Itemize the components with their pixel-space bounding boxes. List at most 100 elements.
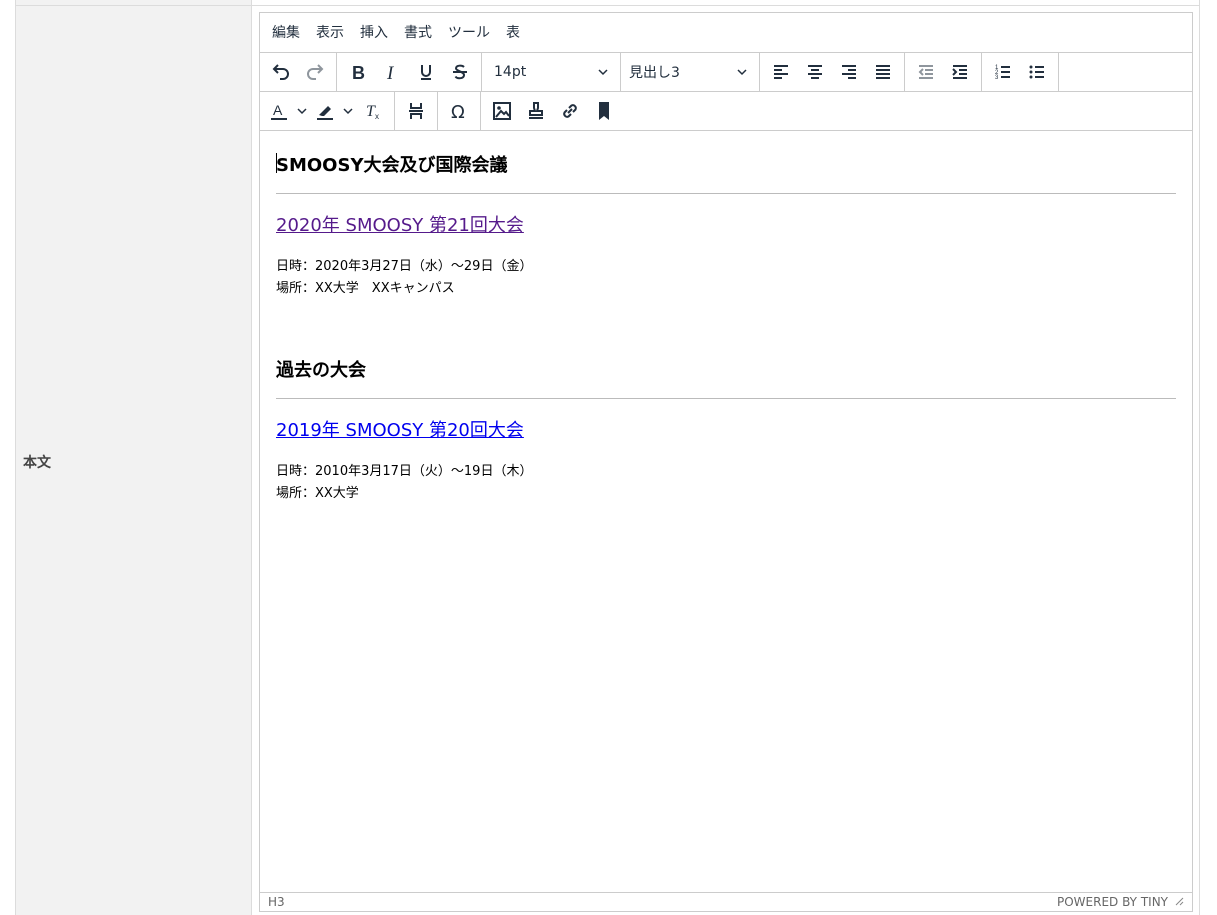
chevron-down-icon <box>737 68 747 75</box>
menu-edit[interactable]: 編集 <box>264 19 308 47</box>
toolbar-group-history <box>260 52 337 91</box>
bullet-list-icon <box>1029 65 1044 78</box>
undo-button[interactable] <box>264 58 298 86</box>
resize-handle-icon <box>1175 897 1184 906</box>
toolbar-group-lists: 123 <box>982 52 1059 91</box>
svg-text:A: A <box>273 102 283 118</box>
underline-button[interactable] <box>409 58 443 86</box>
svg-text:3: 3 <box>995 75 999 81</box>
toolbar-row-2: A Tx Ω <box>260 91 1192 131</box>
text-color-icon: A <box>271 102 287 120</box>
undo-icon <box>272 63 289 80</box>
highlight-color-split-button[interactable] <box>310 97 356 125</box>
resize-handle[interactable] <box>1174 895 1184 909</box>
svg-text:Ω: Ω <box>451 102 465 123</box>
bold-button[interactable]: B <box>341 58 375 86</box>
branding-link[interactable]: POWERED BY TINY <box>1057 895 1168 909</box>
element-path[interactable]: H3 <box>268 895 285 909</box>
bookmark-icon <box>599 101 609 120</box>
toolbar-group-indent <box>905 52 982 91</box>
horizontal-rule <box>276 193 1176 194</box>
highlight-color-dropdown[interactable] <box>340 97 356 125</box>
toolbar-group-charmap: Ω <box>438 91 481 130</box>
editor-statusbar: H3 POWERED BY TINY <box>260 892 1192 911</box>
text-color-dropdown[interactable] <box>294 97 310 125</box>
align-center-button[interactable] <box>798 58 832 86</box>
field-label-body: 本文 <box>23 455 51 471</box>
insert-stamp-button[interactable] <box>519 97 553 125</box>
event-place: 場所：XX大学 XXキャンパス <box>276 281 455 296</box>
form-label-cell: 本文 <box>15 0 252 915</box>
special-character-button[interactable]: Ω <box>442 97 476 125</box>
numbered-list-icon: 123 <box>995 65 1010 81</box>
indent-button[interactable] <box>943 58 977 86</box>
menu-view[interactable]: 表示 <box>308 19 352 47</box>
strikethrough-icon <box>453 64 467 79</box>
strikethrough-button[interactable] <box>443 58 477 86</box>
block-format-select[interactable]: 見出し3 <box>625 58 755 86</box>
bullet-list-button[interactable] <box>1020 58 1054 86</box>
outdent-button[interactable] <box>909 58 943 86</box>
page-break-icon <box>409 102 423 119</box>
numbered-list-button[interactable]: 123 <box>986 58 1020 86</box>
toolbar-group-formatting: B I <box>337 52 482 91</box>
link-icon <box>563 103 577 118</box>
text-color-split-button[interactable]: A <box>264 97 310 125</box>
menu-tools[interactable]: ツール <box>440 19 498 47</box>
statusbar-right: POWERED BY TINY <box>1057 895 1184 909</box>
indent-icon <box>952 64 967 79</box>
highlight-color-button[interactable] <box>310 97 340 125</box>
align-left-button[interactable] <box>764 58 798 86</box>
event-date: 日時：2020年3月27日（水）～29日（金） <box>276 259 533 274</box>
redo-icon <box>307 63 324 80</box>
align-justify-icon <box>876 64 890 79</box>
italic-button[interactable]: I <box>375 58 409 86</box>
event-date: 日時：2010年3月17日（火）～19日（木） <box>276 464 533 479</box>
align-right-icon <box>842 64 856 79</box>
page-break-button[interactable] <box>399 97 433 125</box>
underline-icon <box>421 64 431 80</box>
toolbar-group-colors: A Tx <box>260 91 395 130</box>
editor-menubar: 編集 表示 挿入 書式 ツール 表 <box>260 13 1192 53</box>
row-divider <box>252 5 1199 6</box>
toolbar-group-font-size: 14pt <box>482 52 621 91</box>
menu-format[interactable]: 書式 <box>396 19 440 47</box>
event-link-2019[interactable]: 2019年 SMOOSY 第20回大会 <box>276 416 524 442</box>
redo-button[interactable] <box>298 58 332 86</box>
clear-formatting-icon: Tx <box>366 103 379 121</box>
chevron-down-icon <box>343 107 353 114</box>
chevron-down-icon <box>297 107 307 114</box>
toolbar-group-pagebreak <box>395 91 438 130</box>
editor-content-area[interactable]: SMOOSY大会及び国際会議 2020年 SMOOSY 第21回大会 日時：20… <box>260 130 1192 892</box>
insert-link-button[interactable] <box>553 97 587 125</box>
row-divider <box>16 5 251 6</box>
stamp-icon <box>529 101 543 119</box>
menu-table[interactable]: 表 <box>498 19 528 47</box>
clear-formatting-button[interactable]: Tx <box>356 97 390 125</box>
align-right-button[interactable] <box>832 58 866 86</box>
toolbar-group-block-format: 見出し3 <box>621 52 760 91</box>
outdent-icon <box>918 64 933 79</box>
italic-icon: I <box>386 63 395 84</box>
font-size-select[interactable]: 14pt <box>486 58 616 86</box>
image-icon <box>493 101 511 120</box>
svg-text:B: B <box>352 63 365 83</box>
rich-text-editor: 編集 表示 挿入 書式 ツール 表 B I 14pt 見出し3 1 2 3 A … <box>259 12 1193 912</box>
horizontal-rule <box>276 398 1176 399</box>
content-heading-past: 過去の大会 <box>276 360 366 381</box>
event-link-2020[interactable]: 2020年 SMOOSY 第21回大会 <box>276 211 524 237</box>
svg-text:x: x <box>375 112 379 121</box>
insert-image-button[interactable] <box>485 97 519 125</box>
svg-text:I: I <box>386 63 395 84</box>
chevron-down-icon <box>598 68 608 75</box>
event-details-2019: 日時：2010年3月17日（火）～19日（木） 場所：XX大学 <box>276 461 532 505</box>
insert-anchor-button[interactable] <box>587 97 621 125</box>
font-size-value: 14pt <box>494 63 527 80</box>
content-heading-conference: SMOOSY大会及び国際会議 <box>276 155 508 176</box>
menu-insert[interactable]: 挿入 <box>352 19 396 47</box>
toolbar-group-insert <box>481 91 625 130</box>
align-justify-button[interactable] <box>866 58 900 86</box>
block-format-value: 見出し3 <box>629 64 680 81</box>
toolbar-row-1: B I 14pt 見出し3 1 2 3 <box>260 52 1192 92</box>
text-color-button[interactable]: A <box>264 97 294 125</box>
